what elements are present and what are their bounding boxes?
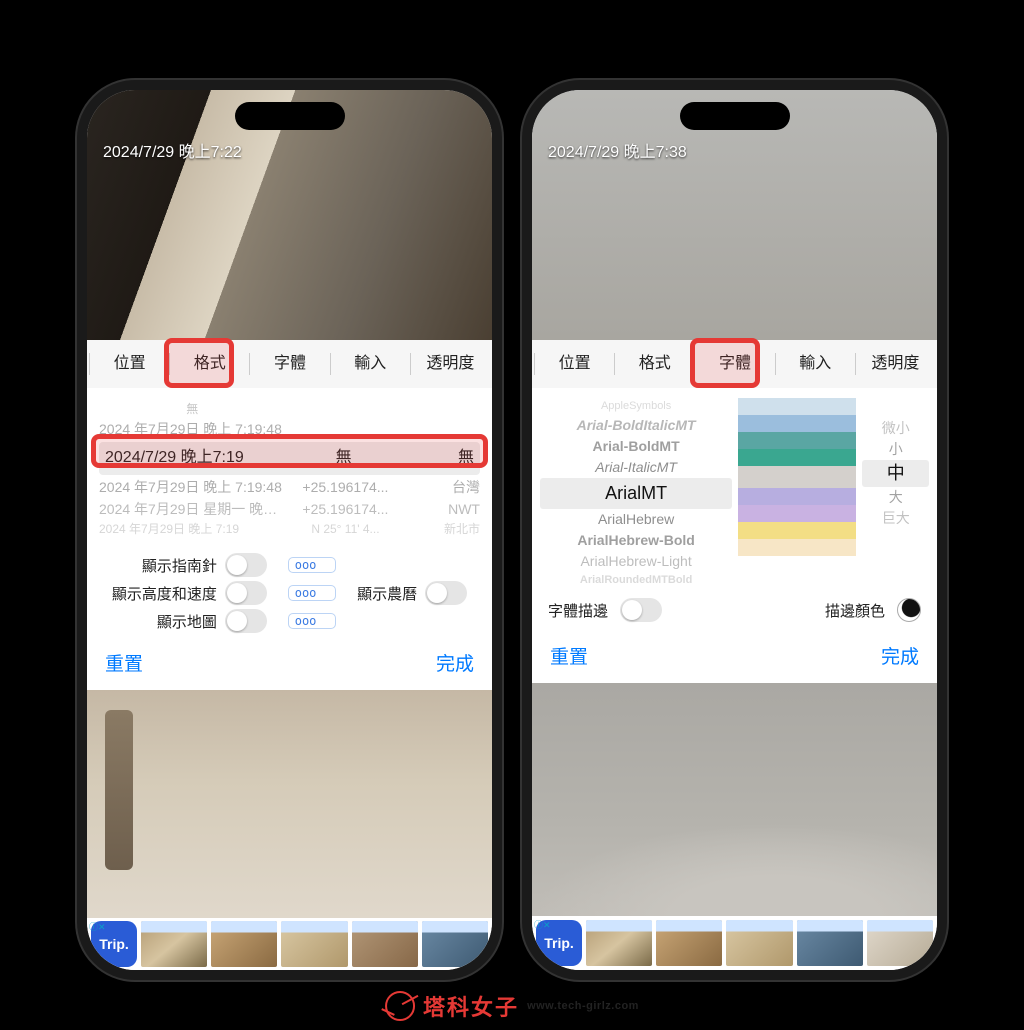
ad-info-icon[interactable]: ⓘ✕ (534, 918, 546, 930)
ooo-2[interactable]: ooo (288, 585, 337, 601)
font-selected: ArialMT (540, 478, 732, 509)
tab-opacity[interactable]: 透明度 (855, 353, 935, 375)
planet-icon (385, 991, 415, 1021)
tab-input[interactable]: 輸入 (775, 353, 855, 375)
tab-row: 位置 格式 字體 輸入 透明度 (87, 340, 492, 388)
tab-row: 位置 格式 字體 輸入 透明度 (532, 340, 937, 388)
outline-color-picker[interactable] (897, 598, 921, 622)
compass-toggle[interactable] (225, 553, 267, 577)
ad-thumb[interactable] (797, 920, 863, 966)
ad-thumb[interactable] (141, 921, 207, 967)
ad-banner[interactable]: ⓘ✕ Trip. (532, 916, 937, 970)
tab-position[interactable]: 位置 (534, 353, 614, 375)
font-family-picker[interactable]: AppleSymbols Arial-BoldItalicMT Arial-Bo… (540, 398, 732, 588)
reset-button[interactable]: 重置 (550, 642, 588, 669)
ad-banner[interactable]: ⓘ✕ Trip. (87, 918, 492, 970)
outline-row: 字體描邊 描邊顏色 (538, 590, 931, 626)
overlay-timestamp: 2024/7/29 晚上7:22 (103, 138, 242, 162)
panel-body: 無 2024 年7月29日 晚上 7:19:48 2024/7/29 晚上7:1… (87, 388, 492, 639)
phone-right: 2024/7/29 晚上7:38 位置 格式 字體 輸入 透明度 AppleSy… (522, 80, 947, 980)
compass-label: 顯示指南針 (99, 555, 217, 576)
ad-thumb[interactable] (867, 920, 933, 966)
phone-left: 2024/7/29 晚上7:22 位置 格式 字體 輸入 透明度 無 (77, 80, 502, 980)
screen-right: 2024/7/29 晚上7:38 位置 格式 字體 輸入 透明度 AppleSy… (532, 90, 937, 970)
color-swatch[interactable] (738, 488, 856, 505)
picker-c1: 無 (99, 400, 286, 419)
color-swatch[interactable] (738, 449, 856, 466)
panel-body: AppleSymbols Arial-BoldItalicMT Arial-Bo… (532, 388, 937, 632)
ad-thumb[interactable] (656, 920, 722, 966)
camera-preview-lower (87, 690, 492, 918)
font-color-picker[interactable] (738, 398, 856, 588)
altitude-toggle[interactable] (225, 581, 267, 605)
watermark-url: www.tech-girlz.com (527, 1000, 639, 1012)
outline-label: 字體描邊 (548, 600, 608, 621)
ad-thumb[interactable] (281, 921, 347, 967)
watermark-title: 塔科女子 (423, 990, 519, 1022)
tab-input[interactable]: 輸入 (330, 353, 410, 375)
map-label: 顯示地圖 (99, 611, 217, 632)
toggles-grid: 顯示指南針 ooo 顯示高度和速度 ooo 顯示農曆 顯示地圖 ooo (93, 553, 486, 633)
tab-format[interactable]: 格式 (169, 353, 249, 375)
dynamic-island (235, 102, 345, 130)
ad-info-icon[interactable]: ⓘ✕ (89, 920, 101, 932)
outline-toggle[interactable] (620, 598, 662, 622)
action-bar: 重置 完成 (532, 632, 937, 683)
ad-thumb[interactable] (422, 921, 488, 967)
tab-font[interactable]: 字體 (694, 353, 774, 375)
lunar-toggle[interactable] (425, 581, 467, 605)
color-swatch[interactable] (738, 415, 856, 432)
editor-panel: 位置 格式 字體 輸入 透明度 AppleSymbols Arial-BoldI… (532, 340, 937, 683)
tab-opacity[interactable]: 透明度 (410, 353, 490, 375)
camera-preview-lower (532, 683, 937, 916)
size-selected: 中 (862, 460, 929, 487)
lunar-label: 顯示農曆 (344, 583, 417, 604)
map-toggle[interactable] (225, 609, 267, 633)
color-swatch[interactable] (738, 432, 856, 449)
ad-thumb[interactable] (586, 920, 652, 966)
action-bar: 重置 完成 (87, 639, 492, 690)
color-swatch[interactable] (738, 539, 856, 556)
ad-thumb[interactable] (726, 920, 792, 966)
ooo-3[interactable]: ooo (288, 613, 337, 629)
picker-c1: 2024 年7月29日 晚上 7:19:48 (99, 419, 286, 441)
done-button[interactable]: 完成 (881, 642, 919, 669)
color-swatch[interactable] (738, 505, 856, 522)
outline-color-label: 描邊顏色 (825, 600, 885, 621)
ad-thumb[interactable] (352, 921, 418, 967)
screen-left: 2024/7/29 晚上7:22 位置 格式 字體 輸入 透明度 無 (87, 90, 492, 970)
font-size-picker[interactable]: 微小 小 中 大 巨大 (862, 398, 929, 588)
color-swatch[interactable] (738, 522, 856, 539)
altitude-label: 顯示高度和速度 (99, 583, 217, 604)
picker-selected-row: 2024/7/29 晚上7:19 無 無 (99, 442, 480, 475)
ooo-1[interactable]: ooo (288, 557, 337, 573)
site-watermark: 塔科女子 www.tech-girlz.com (385, 990, 639, 1022)
dynamic-island (680, 102, 790, 130)
font-picker-area: AppleSymbols Arial-BoldItalicMT Arial-Bo… (538, 396, 931, 590)
tab-font[interactable]: 字體 (249, 353, 329, 375)
overlay-timestamp: 2024/7/29 晚上7:38 (548, 138, 687, 162)
format-picker[interactable]: 無 2024 年7月29日 晚上 7:19:48 2024/7/29 晚上7:1… (93, 396, 486, 543)
reset-button[interactable]: 重置 (105, 649, 143, 676)
ad-thumb[interactable] (211, 921, 277, 967)
tab-position[interactable]: 位置 (89, 353, 169, 375)
color-swatch[interactable] (738, 398, 856, 415)
tab-format[interactable]: 格式 (614, 353, 694, 375)
editor-panel: 位置 格式 字體 輸入 透明度 無 2024 年7月29日 晚上 7:19:48 (87, 340, 492, 690)
color-swatch[interactable] (738, 466, 856, 488)
done-button[interactable]: 完成 (436, 649, 474, 676)
